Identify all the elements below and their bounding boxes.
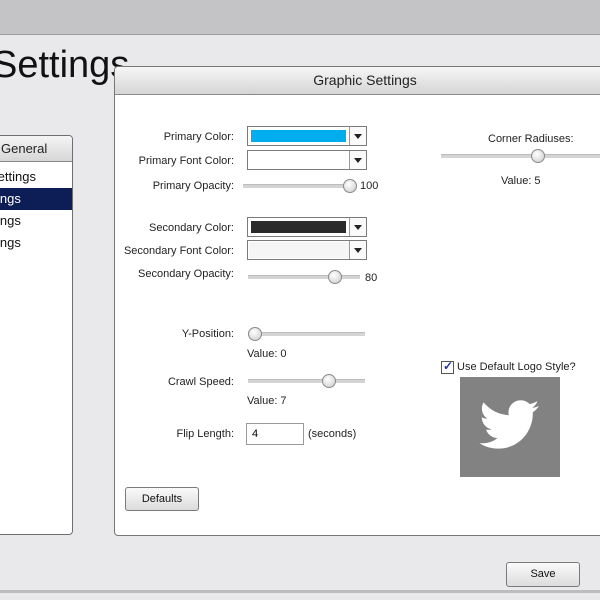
chevron-down-icon[interactable] bbox=[349, 218, 366, 236]
secondary-font-color-picker[interactable] bbox=[247, 240, 367, 260]
flip-length-input[interactable] bbox=[246, 423, 304, 445]
crawl-speed-thumb[interactable] bbox=[322, 374, 336, 388]
secondary-font-color-label: Secondary Font Color: bbox=[123, 245, 234, 257]
logo-preview bbox=[460, 377, 560, 477]
primary-color-picker[interactable] bbox=[247, 126, 367, 146]
primary-color-label: Primary Color: bbox=[163, 131, 234, 143]
crawl-speed-slider[interactable] bbox=[248, 374, 365, 388]
primary-color-swatch bbox=[251, 130, 346, 142]
primary-opacity-value: 100 bbox=[360, 180, 379, 192]
secondary-font-color-swatch bbox=[249, 242, 349, 258]
secondary-opacity-label: Secondary Opacity: bbox=[138, 268, 234, 280]
use-default-logo-checkbox[interactable]: ✓ bbox=[441, 359, 454, 374]
y-position-label: Y-Position: bbox=[181, 328, 234, 340]
secondary-color-picker[interactable] bbox=[247, 217, 367, 237]
crawl-speed-label: Crawl Speed: bbox=[167, 376, 234, 388]
corner-radiuses-label: Corner Radiuses: bbox=[488, 133, 574, 145]
status-bar bbox=[0, 590, 600, 593]
secondary-opacity-slider[interactable] bbox=[248, 270, 360, 284]
y-position-value: Value: 0 bbox=[247, 348, 287, 360]
corner-radiuses-slider[interactable] bbox=[441, 149, 600, 163]
secondary-opacity-thumb[interactable] bbox=[328, 270, 342, 284]
primary-font-color-label: Primary Font Color: bbox=[138, 155, 234, 167]
secondary-color-swatch bbox=[251, 221, 346, 233]
secondary-opacity-value: 80 bbox=[365, 272, 378, 284]
page-title: Settings bbox=[0, 44, 130, 86]
flip-length-unit: (seconds) bbox=[308, 428, 357, 440]
primary-font-color-swatch bbox=[249, 152, 349, 168]
panel-title: Graphic Settings bbox=[115, 67, 600, 95]
flip-length-label: Flip Length: bbox=[176, 428, 234, 440]
crawl-speed-value: Value: 7 bbox=[247, 395, 287, 407]
window-titlebar bbox=[0, 0, 600, 35]
primary-opacity-label: Primary Opacity: bbox=[152, 180, 234, 192]
primary-font-color-picker[interactable] bbox=[247, 150, 367, 170]
chevron-down-icon[interactable] bbox=[349, 127, 366, 145]
use-default-logo-label: Use Default Logo Style? bbox=[457, 361, 576, 373]
corner-radiuses-value: Value: 5 bbox=[501, 175, 541, 187]
secondary-color-label: Secondary Color: bbox=[149, 222, 234, 234]
y-position-slider[interactable] bbox=[248, 327, 365, 341]
twitter-bird-icon bbox=[479, 400, 539, 449]
save-button[interactable]: Save bbox=[506, 562, 580, 587]
y-position-thumb[interactable] bbox=[248, 327, 262, 341]
primary-opacity-slider[interactable] bbox=[243, 179, 357, 193]
chevron-down-icon[interactable] bbox=[349, 151, 366, 169]
chevron-down-icon[interactable] bbox=[349, 241, 366, 259]
primary-opacity-thumb[interactable] bbox=[343, 179, 357, 193]
checkmark-icon: ✓ bbox=[443, 359, 454, 373]
defaults-button[interactable]: Defaults bbox=[125, 487, 199, 511]
corner-radiuses-thumb[interactable] bbox=[531, 149, 545, 163]
